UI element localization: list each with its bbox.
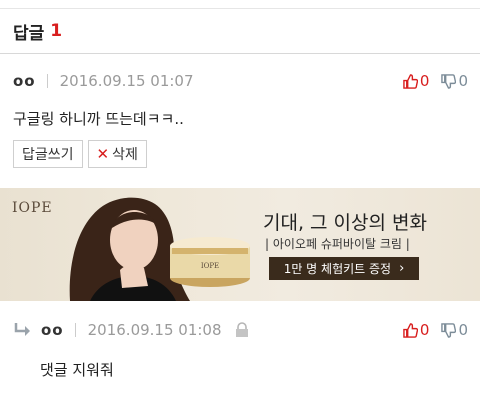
comment: oo 2016.09.15 01:07 0 0 구글링 하니까 뜨는데ㅋㅋ.. …	[0, 54, 480, 196]
chevron-right-icon: ›	[399, 261, 405, 276]
upvote-count: 0	[419, 321, 430, 339]
ad-cta-label: 1만 명 체험키트 증정	[283, 262, 392, 276]
lock-icon	[235, 322, 248, 337]
reply-author[interactable]: oo	[41, 321, 64, 339]
svg-text:IOPE: IOPE	[201, 262, 219, 270]
thumbs-up-icon	[403, 73, 418, 89]
downvote-count: 0	[458, 321, 468, 339]
upvote-count: 0	[419, 72, 430, 90]
top-divider	[0, 0, 480, 9]
reply-date: 2016.09.15 01:08	[87, 321, 222, 339]
thumbs-down-icon	[441, 322, 457, 338]
reply-arrow-icon	[14, 323, 30, 336]
downvote-button[interactable]: 0	[441, 321, 468, 339]
ad-headline: 기대, 그 이상의 변화	[263, 212, 427, 234]
ad-subheadline: | 아이오페 슈퍼바이탈 크림 |	[265, 237, 410, 251]
reply-button[interactable]: 답글쓰기	[13, 140, 83, 168]
replies-count: 1	[50, 21, 63, 41]
ad-brand-logo: IOPE	[12, 200, 53, 216]
thumbs-up-icon	[403, 322, 418, 338]
delete-button[interactable]: ✕ 삭제	[87, 140, 147, 168]
downvote-button[interactable]: 0	[441, 72, 468, 90]
comment-votes: 0 0	[391, 72, 468, 90]
meta-separator	[46, 74, 48, 88]
thumbs-down-icon	[441, 73, 457, 89]
reply-text: 댓글 지워줘	[40, 361, 114, 379]
reply-comment: oo 2016.09.15 01:08 0 0 댓글 지워줘	[0, 305, 480, 389]
comment-date: 2016.09.15 01:07	[59, 72, 194, 90]
comment-text: 구글링 하니까 뜨는데ㅋㅋ..	[13, 110, 184, 128]
upvote-button[interactable]: 0	[403, 72, 430, 90]
downvote-count: 0	[458, 72, 468, 90]
ad-model-image: IOPE	[69, 197, 250, 301]
delete-button-label: 삭제	[112, 147, 138, 163]
comment-author[interactable]: oo	[13, 72, 36, 90]
meta-separator	[74, 323, 76, 337]
ad-cta-button[interactable]: 1만 명 체험키트 증정 ›	[269, 257, 419, 280]
upvote-button[interactable]: 0	[403, 321, 430, 339]
replies-title: 답글	[13, 23, 45, 44]
reply-votes: 0 0	[391, 321, 468, 339]
comment-meta: oo 2016.09.15 01:07 0 0	[13, 54, 468, 108]
close-icon: ✕	[96, 145, 110, 163]
reply-meta: oo 2016.09.15 01:08 0 0	[0, 305, 480, 355]
replies-header: 답글 1	[0, 9, 480, 54]
reply-button-label: 답글쓰기	[22, 147, 74, 163]
ad-banner[interactable]: IOPE IOPE 기대, 그 이상의 변화 | 아이오페 슈퍼바이탈 크림 |…	[0, 188, 480, 301]
